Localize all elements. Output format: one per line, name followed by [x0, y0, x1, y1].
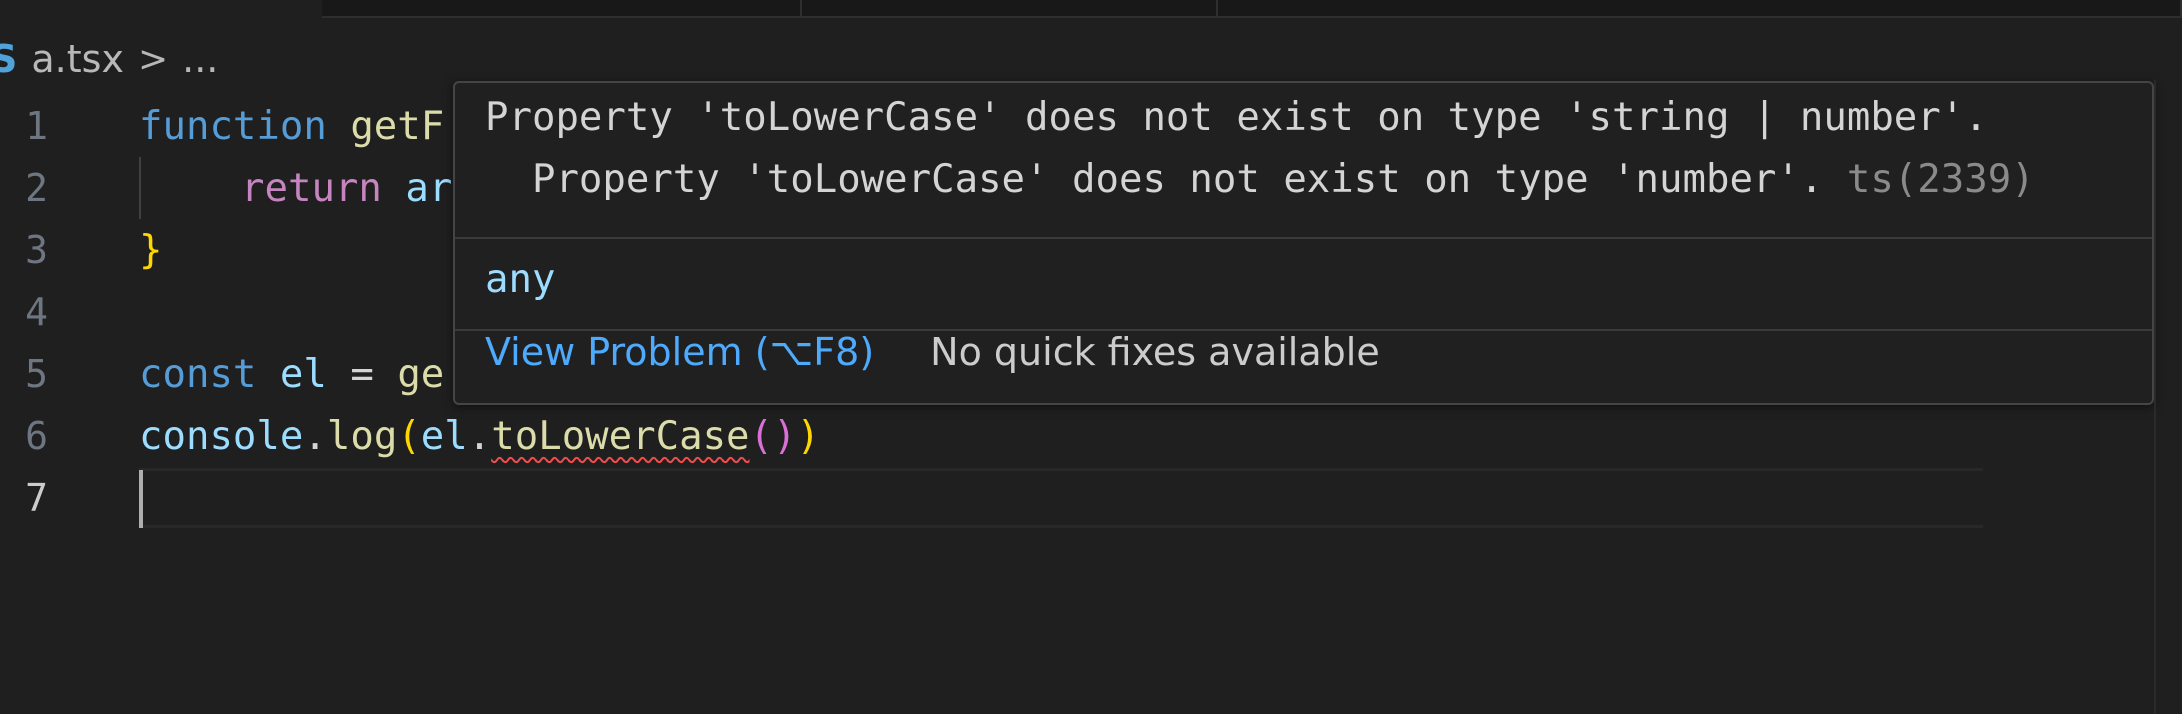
- token-keyword: return: [241, 165, 382, 211]
- code-line: 6 console.log(el.toLowerCase()): [0, 405, 2182, 467]
- error-message: Property 'toLowerCase' does not exist on…: [485, 157, 2035, 202]
- line-number: 4: [25, 290, 48, 334]
- line-number: 3: [25, 228, 48, 272]
- token-variable: el: [420, 413, 468, 459]
- token-paren: (): [749, 413, 797, 459]
- line-number: 1: [25, 104, 48, 148]
- line-number: 2: [25, 166, 48, 210]
- tab-edge[interactable]: [802, 0, 1218, 18]
- error-message: Property 'toLowerCase' does not exist on…: [485, 95, 1988, 140]
- divider: [455, 237, 2152, 239]
- code-line: 7: [0, 467, 2182, 529]
- type-info: any: [485, 257, 556, 302]
- token-punctuation: .: [467, 413, 492, 459]
- token-variable: el: [279, 351, 327, 397]
- tab-strip: [0, 0, 2182, 20]
- no-quick-fixes-label: No quick fixes available: [930, 330, 1380, 374]
- line-number: 7: [25, 476, 48, 520]
- code-text: console.log(el.toLowerCase()): [139, 414, 820, 459]
- line-number: 5: [25, 352, 48, 396]
- token-brace: }: [139, 227, 163, 273]
- chevron-right-icon: >: [137, 38, 169, 80]
- token-error-method[interactable]: toLowerCase: [491, 414, 749, 459]
- error-line-2: Property 'toLowerCase' does not exist on…: [485, 157, 1847, 202]
- token-function-name: getF: [350, 103, 445, 149]
- code-text: function getF: [139, 104, 444, 149]
- token-paren: (: [397, 413, 421, 459]
- code-text: }: [139, 228, 162, 273]
- breadcrumb-symbol[interactable]: ...: [182, 37, 218, 81]
- breadcrumb: S a.tsx > ...: [0, 34, 218, 84]
- token-keyword: function: [139, 103, 327, 149]
- error-code: ts(2339): [1846, 157, 2035, 202]
- view-problem-link[interactable]: View Problem (⌥F8): [485, 330, 874, 374]
- hover-widget: Property 'toLowerCase' does not exist on…: [453, 81, 2154, 405]
- tab-edge[interactable]: [322, 0, 802, 18]
- token-punctuation: .: [303, 413, 327, 459]
- token-operator: =: [326, 351, 398, 397]
- token-function-name: log: [326, 413, 398, 459]
- tab-edge[interactable]: [1218, 0, 2182, 18]
- scrollbar[interactable]: [2154, 80, 2182, 714]
- error-line-1: Property 'toLowerCase' does not exist on…: [485, 95, 1988, 140]
- hover-actions: View Problem (⌥F8) No quick fixes availa…: [485, 319, 1380, 385]
- token-keyword: const: [139, 351, 257, 397]
- line-number: 6: [25, 414, 48, 458]
- token-paren: ): [796, 413, 820, 459]
- typescript-file-icon: S: [0, 37, 18, 81]
- code-text: const el = ge: [139, 352, 444, 397]
- token-variable: console: [139, 413, 304, 459]
- token-variable: ar: [405, 165, 453, 211]
- token-function-name: ge: [397, 351, 445, 397]
- code-text: return ar: [241, 166, 452, 211]
- breadcrumb-file[interactable]: a.tsx: [31, 37, 124, 81]
- text-cursor: [139, 470, 143, 528]
